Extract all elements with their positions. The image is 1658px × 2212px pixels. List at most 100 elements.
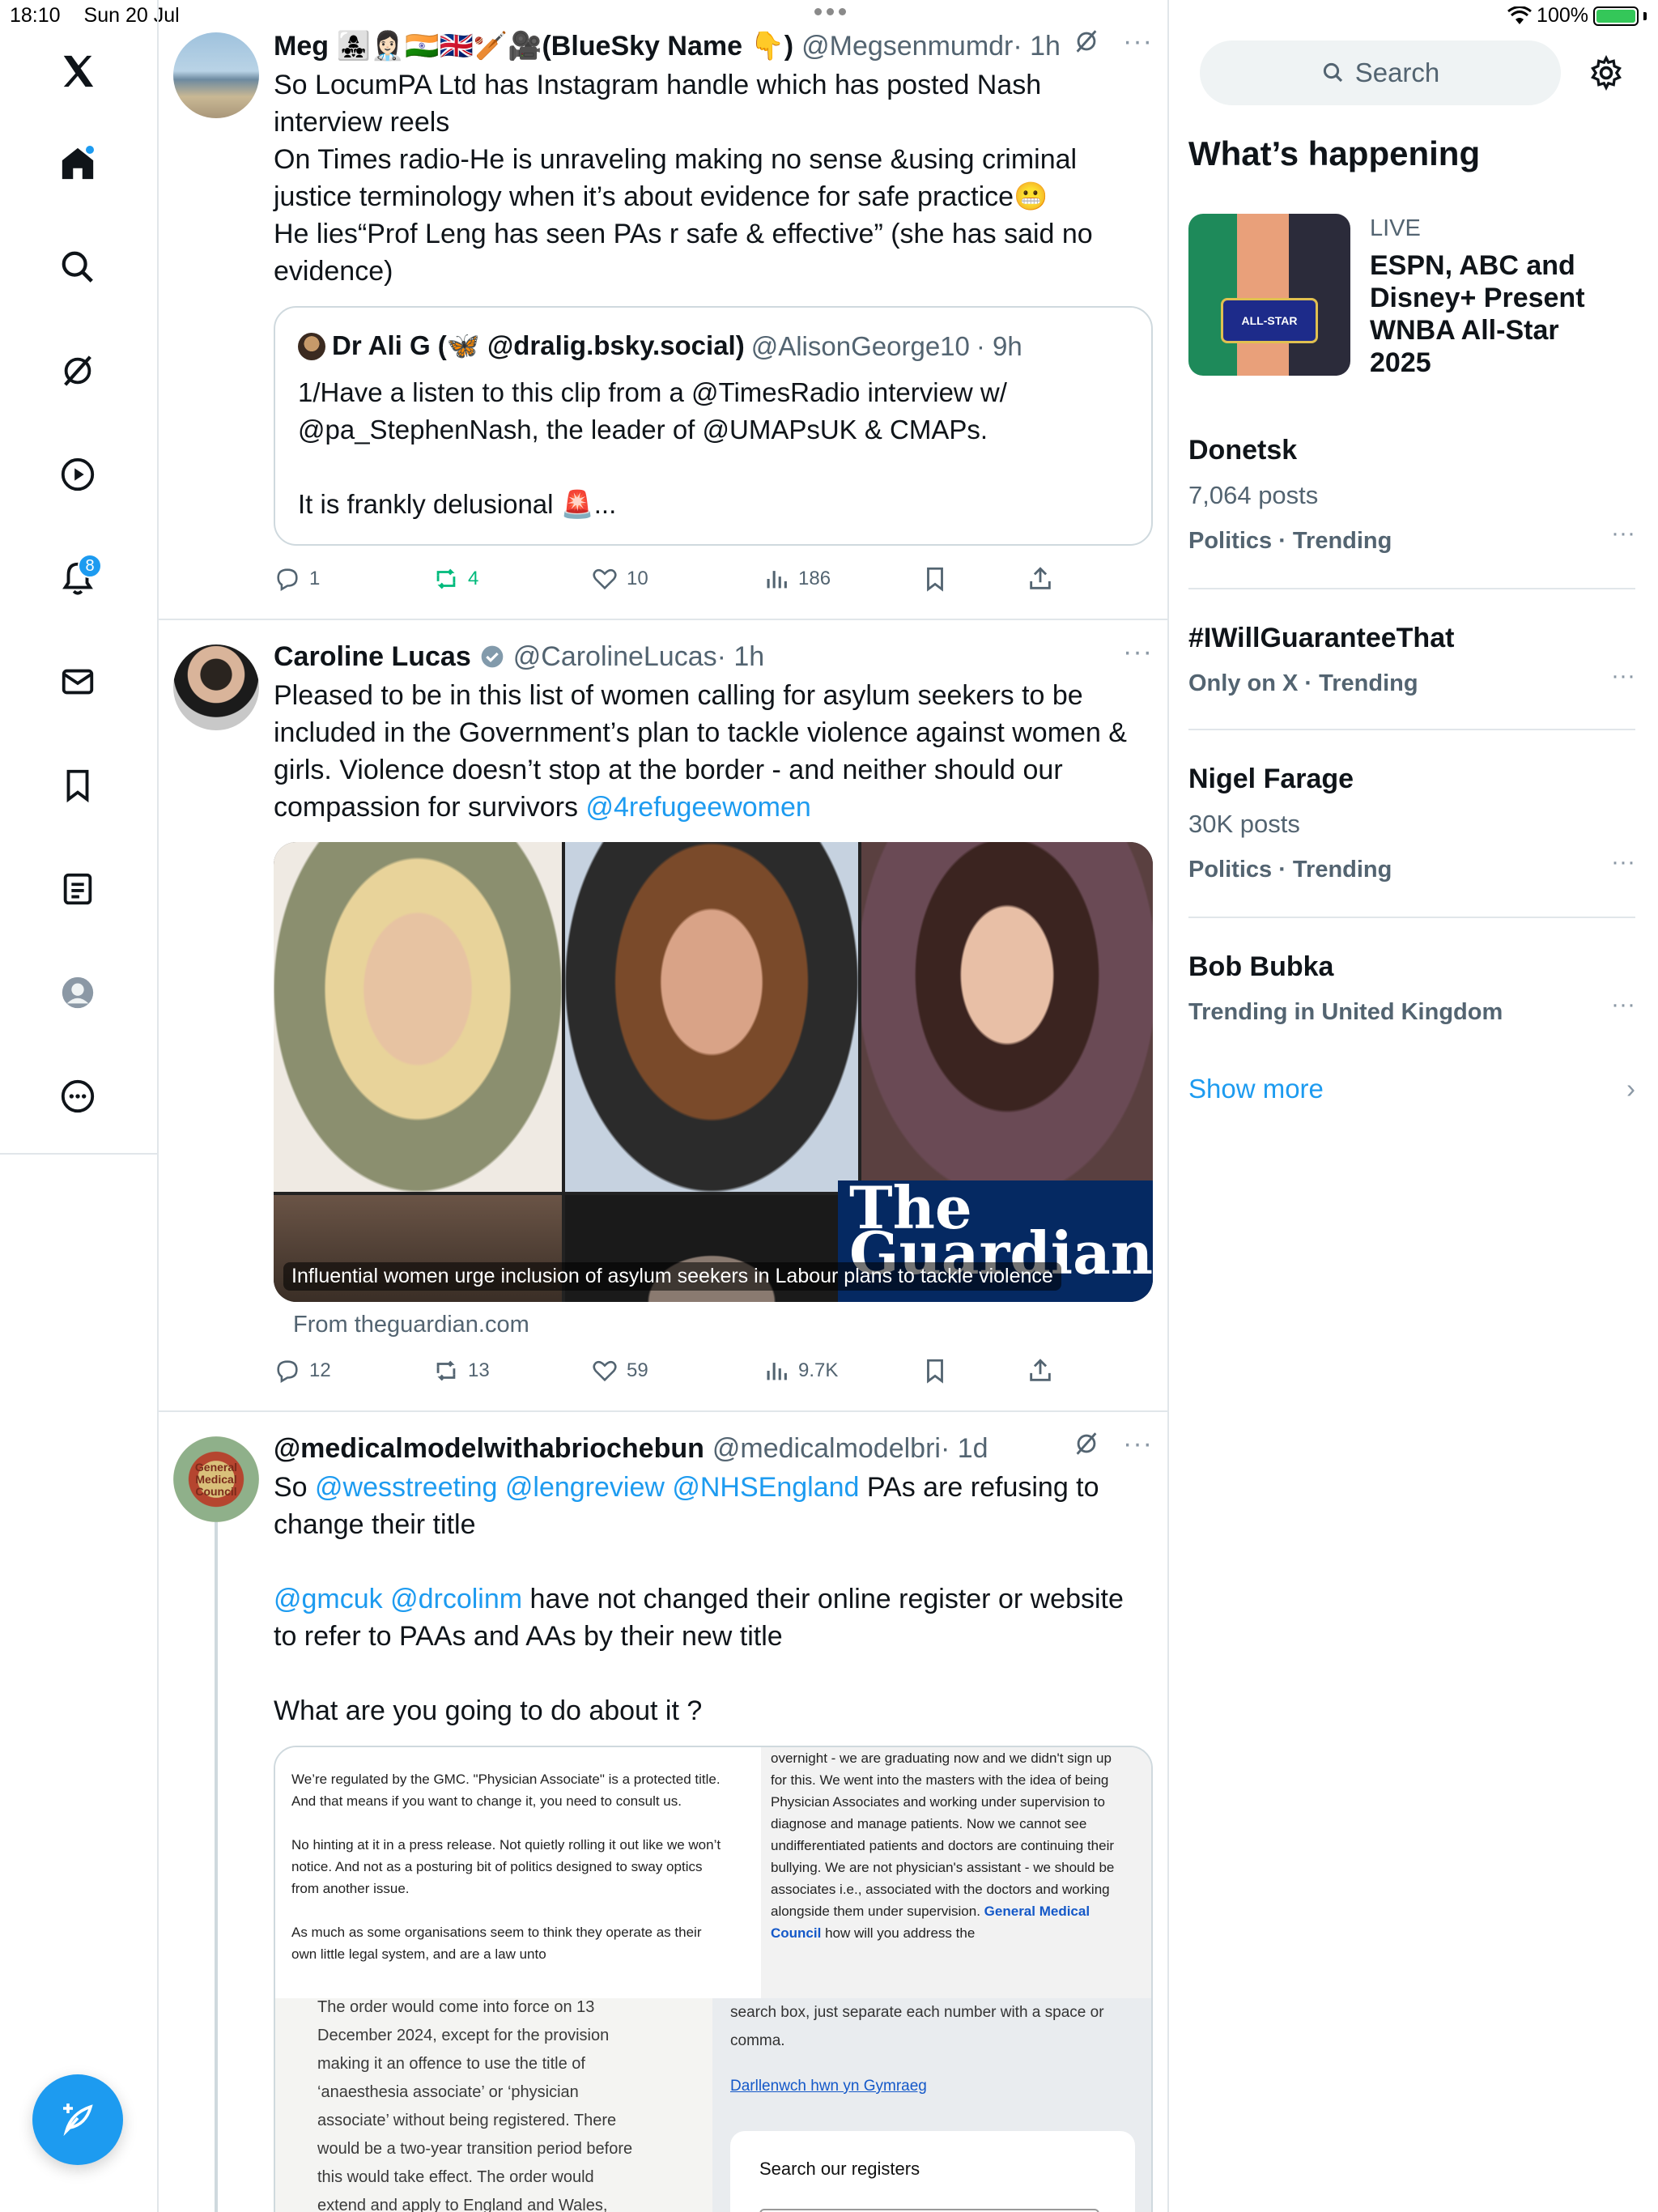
verified-badge-icon bbox=[481, 645, 504, 668]
bookmark-button[interactable] bbox=[921, 1357, 949, 1385]
reply-icon bbox=[277, 568, 298, 592]
author-handle[interactable]: @CarolineLucas bbox=[513, 641, 717, 673]
trend-name: Bob Bubka bbox=[1188, 951, 1334, 982]
trend-meta: Only on X · Trending bbox=[1188, 670, 1418, 696]
trend-item[interactable]: #IWillGuaranteeThat Only on X · Trending… bbox=[1188, 615, 1635, 706]
link-caption: Influential women urge inclusion of asyl… bbox=[283, 1262, 1061, 1291]
screenshot-panel: overnight - we are graduating now and we… bbox=[761, 1747, 1151, 1998]
trend-divider bbox=[1188, 588, 1635, 589]
media-collage[interactable]: We’re regulated by the GMC. "Physician A… bbox=[274, 1746, 1153, 2212]
featured-image-text: ALL-STAR bbox=[1241, 314, 1298, 327]
share-button[interactable] bbox=[1027, 1357, 1054, 1385]
screenshot-text: overnight - we are graduating now and we… bbox=[771, 1750, 1115, 1941]
mention-links[interactable]: @wesstreeting @lengreview @NHSEngland bbox=[315, 1472, 859, 1503]
more-icon[interactable] bbox=[49, 1067, 107, 1125]
post-more-button[interactable]: ··· bbox=[1123, 1430, 1153, 1457]
trend-item[interactable]: Bob Bubka Trending in United Kingdom ··· bbox=[1188, 944, 1635, 1035]
post-text-part: What are you going to do about it ? bbox=[274, 1695, 703, 1726]
trend-more-button[interactable]: ··· bbox=[1611, 520, 1635, 547]
screenshot-text: Search our registers bbox=[759, 2159, 920, 2179]
lists-icon[interactable] bbox=[49, 860, 107, 918]
trend-meta: Politics · Trending bbox=[1188, 528, 1392, 554]
link-preview-card[interactable]: The Guardian Influential women urge inclu… bbox=[274, 842, 1153, 1302]
heart-icon bbox=[593, 1360, 617, 1382]
post-time[interactable]: · 1h bbox=[1013, 31, 1061, 62]
trend-item[interactable]: Nigel Farage 30K posts Politics · Trendi… bbox=[1188, 756, 1635, 892]
show-more-link[interactable]: Show more › bbox=[1188, 1074, 1635, 1104]
compose-button[interactable] bbox=[32, 2074, 123, 2165]
author-name[interactable]: Meg 👩‍👧‍👧👩🏻‍⚕️🇮🇳🇬🇧🏏🎥(BlueSky Name 👇) bbox=[274, 30, 793, 62]
views-count: 9.7K bbox=[798, 1359, 839, 1381]
post-more-button[interactable]: ··· bbox=[1123, 638, 1153, 666]
like-button[interactable]: 10 bbox=[591, 565, 648, 593]
trend-divider bbox=[1188, 729, 1635, 730]
featured-title: ESPN, ABC and Disney+ Present WNBA All-S… bbox=[1370, 250, 1585, 378]
share-button[interactable] bbox=[1027, 565, 1054, 593]
screenshot-text: The order would come into force on 13 De… bbox=[317, 1998, 633, 2212]
chevron-right-icon: › bbox=[1626, 1074, 1635, 1104]
post-medicalmodelbri[interactable]: General Medical Council @medicalmodelwit… bbox=[159, 1412, 1167, 2212]
screenshot-panel: search box, just separate each number wi… bbox=[712, 1998, 1151, 2212]
trend-more-button[interactable]: ··· bbox=[1611, 662, 1635, 690]
author-handle[interactable]: @Megsenmumdr bbox=[801, 31, 1013, 62]
whats-happening-heading: What’s happening bbox=[1188, 134, 1481, 172]
link-source[interactable]: From theguardian.com bbox=[293, 1312, 529, 1338]
views-button[interactable]: 186 bbox=[763, 565, 831, 593]
featured-image: ALL-STAR bbox=[1188, 214, 1350, 376]
post-time[interactable]: · 1d bbox=[941, 1433, 988, 1465]
home-icon[interactable] bbox=[49, 134, 107, 193]
trend-more-button[interactable]: ··· bbox=[1611, 991, 1635, 1019]
avatar[interactable] bbox=[173, 32, 259, 118]
screenshot-text: Darllenwch hwn yn Gymraeg bbox=[730, 2078, 927, 2095]
quote-avatar bbox=[298, 332, 325, 360]
bookmarks-icon[interactable] bbox=[49, 756, 107, 815]
repost-button[interactable]: 13 bbox=[432, 1357, 490, 1385]
messages-icon[interactable] bbox=[49, 653, 107, 711]
author-handle[interactable]: @medicalmodelbri bbox=[712, 1433, 941, 1465]
notifications-icon[interactable]: 8 bbox=[49, 549, 107, 607]
bookmark-icon bbox=[927, 567, 943, 592]
profile-icon[interactable] bbox=[49, 963, 107, 1022]
post-carolinelucas[interactable]: Caroline Lucas @CarolineLucas · 1h ··· P… bbox=[159, 620, 1167, 1412]
trend-name: Nigel Farage bbox=[1188, 764, 1354, 794]
views-button[interactable]: 9.7K bbox=[763, 1357, 838, 1385]
post-text: Pleased to be in this list of women call… bbox=[274, 677, 1153, 826]
post-megsenmumdr[interactable]: Meg 👩‍👧‍👧👩🏻‍⚕️🇮🇳🇬🇧🏏🎥(BlueSky Name 👇) @Me… bbox=[159, 0, 1167, 620]
post-more-button[interactable]: ··· bbox=[1123, 28, 1153, 55]
bookmark-icon bbox=[927, 1359, 943, 1384]
avatar[interactable]: General Medical Council bbox=[173, 1436, 259, 1522]
search-input[interactable]: Search bbox=[1200, 40, 1561, 105]
bookmark-button[interactable] bbox=[921, 565, 949, 593]
author-name[interactable]: @medicalmodelwithabriochebun bbox=[274, 1433, 704, 1465]
like-button[interactable]: 59 bbox=[591, 1357, 648, 1385]
settings-button[interactable] bbox=[1585, 52, 1627, 94]
featured-trend[interactable]: ALL-STAR LIVE ESPN, ABC and Disney+ Pres… bbox=[1188, 214, 1626, 378]
grok-icon[interactable] bbox=[1073, 28, 1100, 55]
mention-link[interactable]: @4refugeewomen bbox=[585, 792, 810, 823]
mention-links[interactable]: @gmcuk @drcolinm bbox=[274, 1584, 522, 1614]
trend-meta: Politics · Trending bbox=[1188, 857, 1392, 883]
repost-button[interactable]: 4 bbox=[432, 565, 478, 593]
screenshot-panel: We’re regulated by the GMC. "Physician A… bbox=[275, 1747, 761, 1998]
reply-button[interactable]: 1 bbox=[274, 565, 320, 593]
notifications-count-badge: 8 bbox=[78, 554, 102, 578]
author-name[interactable]: Caroline Lucas bbox=[274, 641, 471, 673]
quoted-post[interactable]: Dr Ali G (🦋 @dralig.bsky.social) @Alison… bbox=[274, 306, 1153, 546]
video-icon[interactable] bbox=[49, 445, 107, 504]
repost-icon bbox=[436, 1360, 456, 1381]
search-icon[interactable] bbox=[49, 238, 107, 296]
post-time[interactable]: · 1h bbox=[717, 641, 765, 673]
reply-button[interactable]: 12 bbox=[274, 1357, 331, 1385]
trend-meta: Trending in United Kingdom bbox=[1188, 999, 1503, 1025]
avatar[interactable] bbox=[173, 644, 259, 730]
grok-icon[interactable] bbox=[49, 342, 107, 400]
reply-icon bbox=[277, 1360, 298, 1384]
x-logo-icon[interactable] bbox=[49, 42, 107, 100]
views-icon bbox=[767, 1363, 787, 1380]
trend-more-button[interactable]: ··· bbox=[1611, 849, 1635, 876]
screenshot-text: search box, just separate each number wi… bbox=[730, 2004, 1104, 2049]
share-icon bbox=[1030, 567, 1051, 589]
reply-count: 1 bbox=[309, 568, 321, 589]
trend-item[interactable]: Donetsk 7,064 posts Politics · Trending … bbox=[1188, 428, 1635, 564]
grok-icon[interactable] bbox=[1073, 1430, 1100, 1457]
